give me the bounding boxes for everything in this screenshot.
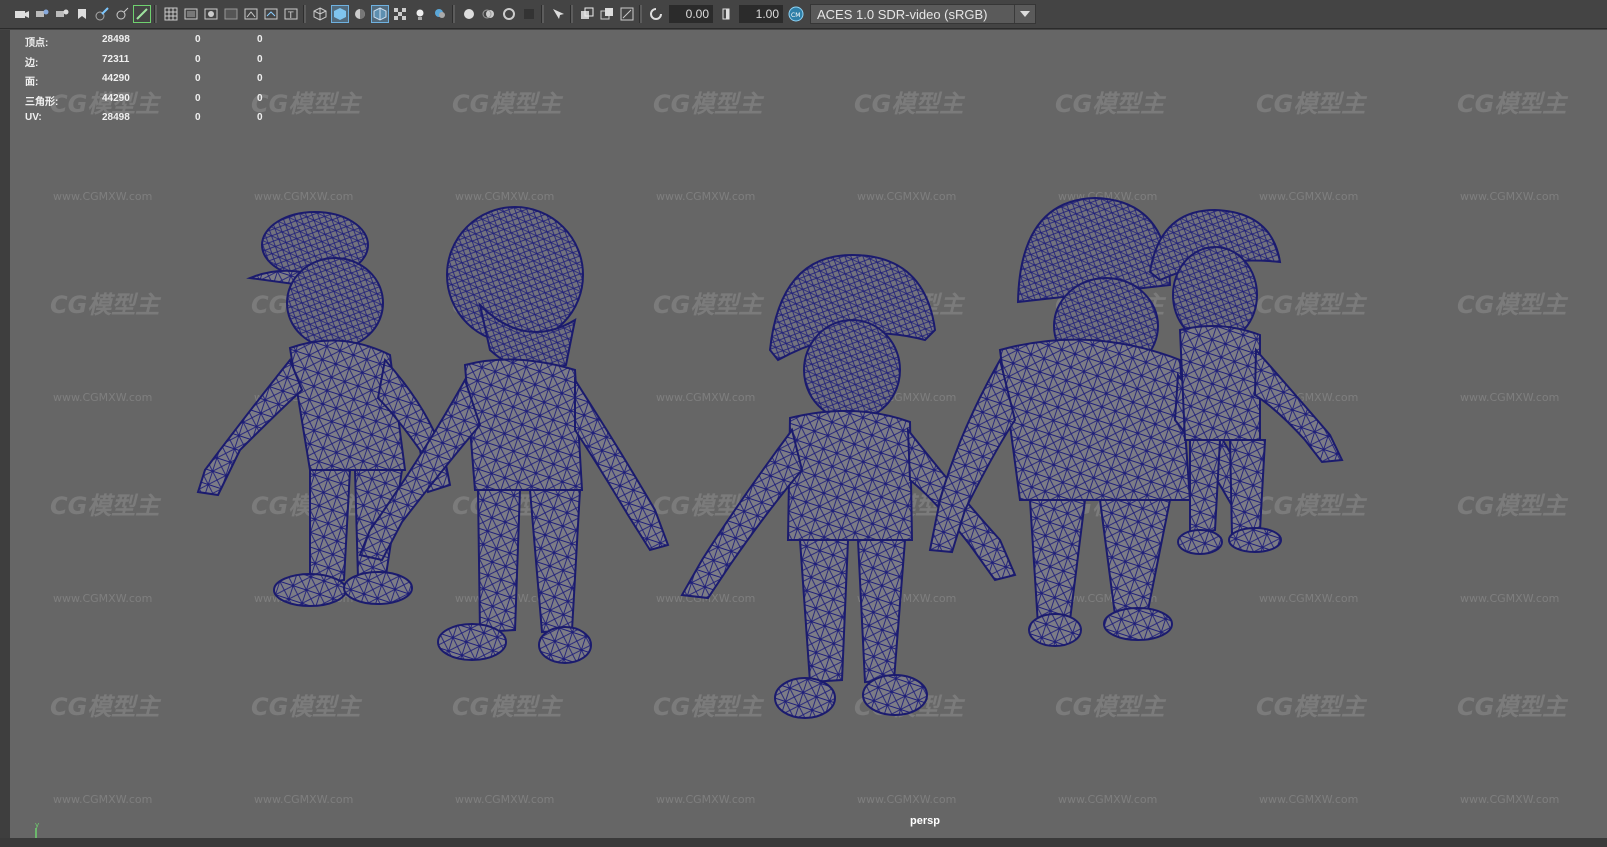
color-management-icon[interactable]: CM: [788, 6, 804, 22]
panel-toolbar: T 0.00 1.00 CM ACES 1.0 SDR-video (sRGB): [0, 0, 1607, 29]
hud-col2-cell: 0: [195, 73, 201, 84]
camera-attributes-icon[interactable]: [34, 6, 50, 22]
hud-col3-cell: 0: [257, 112, 263, 123]
hud-label-cell: 面:: [25, 77, 39, 88]
gamma-field[interactable]: 1.00: [739, 5, 783, 23]
camera-tool-icon[interactable]: [114, 6, 130, 22]
hud-value-cell: 28498: [102, 112, 130, 123]
hud-col3-cell: 0: [257, 34, 263, 45]
smooth-shade-icon[interactable]: [331, 5, 349, 23]
hud-label-cell: UV:: [25, 112, 42, 123]
bottom-border: [0, 838, 1607, 847]
hud-col2-cell: 0: [195, 53, 201, 65]
bookmark-icon[interactable]: [54, 6, 70, 22]
toolbar-separator: [452, 5, 455, 23]
grease-pencil-icon[interactable]: [94, 6, 110, 22]
hud-label-cell: 边:: [25, 57, 39, 69]
hud-col2-cell: 0: [195, 112, 201, 123]
toolbar-separator: [154, 5, 157, 23]
axis-y-label: y: [35, 822, 39, 829]
camera-name-label: persp: [910, 815, 940, 827]
camera-icon[interactable]: [14, 6, 30, 22]
soldier-model-1[interactable]: [196, 211, 452, 607]
safe-action-icon[interactable]: [263, 6, 279, 22]
left-rail: [0, 30, 10, 838]
grid-icon[interactable]: [163, 6, 179, 22]
image-plane-icon[interactable]: [74, 6, 90, 22]
safe-title-icon[interactable]: T: [283, 6, 299, 22]
depth-of-field-icon[interactable]: [521, 6, 537, 22]
hud-col2-cell: 0: [195, 92, 201, 104]
hud-col3-cell: 0: [257, 53, 263, 65]
toolbar-separator: [639, 5, 642, 23]
lights-icon[interactable]: [412, 6, 428, 22]
wireframe-icon[interactable]: [312, 6, 328, 22]
viewport-panel[interactable]: CG模型主 CG模型主 CG模型主 CG模型主 CG模型主 CG模型主 CG模型主 CG模型主…: [10, 30, 1607, 838]
xray-joints-icon[interactable]: [599, 6, 615, 22]
textured-icon[interactable]: [392, 6, 408, 22]
hud-col3-cell: 0: [257, 73, 263, 84]
gamma-icon[interactable]: [718, 6, 734, 22]
toolbar-separator: [570, 5, 573, 23]
toolbar-separator: [541, 5, 544, 23]
view-axis-gizmo: y x: [32, 821, 52, 838]
pencil-icon[interactable]: [133, 5, 151, 23]
ambient-occlusion-icon[interactable]: [461, 6, 477, 22]
toolbar-separator: [303, 5, 306, 23]
hud-value-cell: 44290: [102, 73, 130, 84]
hud-value-cell: 72311: [102, 53, 130, 65]
hud-label-cell: 三角形:: [25, 96, 59, 108]
hud-col2-cell: 0: [195, 34, 201, 45]
default-material-icon[interactable]: [352, 6, 368, 22]
color-space-dropdown[interactable]: ACES 1.0 SDR-video (sRGB): [810, 4, 1036, 24]
anti-aliasing-icon[interactable]: [501, 6, 517, 22]
isolate-select-icon[interactable]: [550, 6, 566, 22]
wireframe-models[interactable]: [10, 30, 1607, 838]
xray-icon[interactable]: [579, 6, 595, 22]
gate-mask-icon[interactable]: [223, 6, 239, 22]
resolution-gate-icon[interactable]: [203, 6, 219, 22]
backface-culling-icon[interactable]: [619, 6, 635, 22]
color-space-label: ACES 1.0 SDR-video (sRGB): [817, 7, 988, 22]
hud-label-cell: 顶点:: [25, 38, 49, 49]
chevron-down-icon[interactable]: [1014, 5, 1035, 23]
exposure-field[interactable]: 0.00: [669, 5, 713, 23]
svg-text:CM: CM: [791, 12, 800, 19]
hud-value-cell: 44290: [102, 92, 130, 104]
shadows-icon[interactable]: [432, 6, 448, 22]
exposure-icon[interactable]: [648, 6, 664, 22]
hud-col3-cell: 0: [257, 92, 263, 104]
wireframe-on-shaded-icon[interactable]: [371, 5, 389, 23]
motion-blur-icon[interactable]: [481, 6, 497, 22]
svg-text:T: T: [287, 11, 294, 20]
hud-value-cell: 28498: [102, 34, 130, 45]
field-chart-icon[interactable]: [243, 6, 259, 22]
film-gate-icon[interactable]: [183, 6, 199, 22]
